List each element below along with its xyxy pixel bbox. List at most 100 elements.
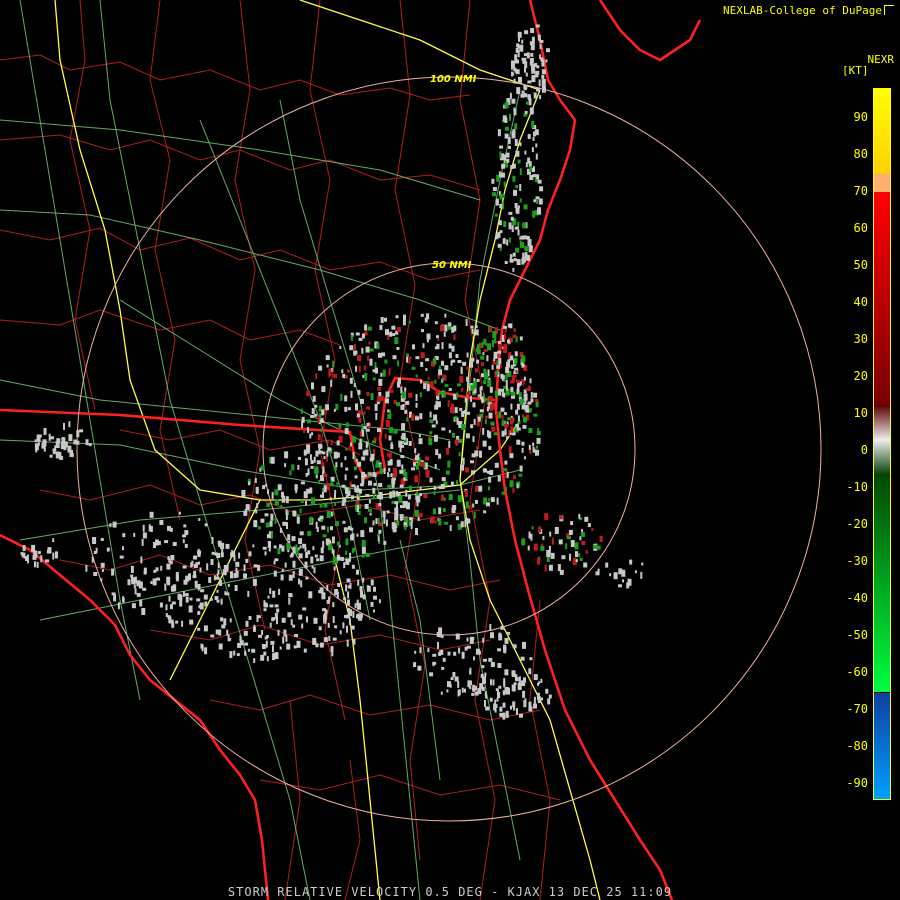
echo-pixel — [326, 526, 329, 533]
echo-pixel — [396, 402, 400, 407]
echo-pixel — [499, 204, 503, 208]
echo-pixel — [415, 356, 420, 360]
echo-pixel — [511, 72, 515, 76]
echo-pixel — [448, 494, 453, 500]
echo-pixel — [546, 48, 550, 53]
echo-pixel — [502, 325, 507, 329]
echo-pixel — [307, 468, 310, 476]
echo-pixel — [332, 512, 335, 516]
echo-pixel — [505, 386, 508, 391]
echo-pixel — [529, 107, 534, 115]
echo-pixel — [522, 414, 524, 418]
echo-pixel — [426, 384, 430, 392]
echo-pixel — [501, 163, 506, 169]
echo-pixel — [354, 455, 357, 459]
echo-pixel — [220, 617, 224, 622]
echo-pixel — [370, 393, 374, 401]
echo-pixel — [266, 503, 271, 507]
echo-pixel — [252, 544, 255, 548]
echo-pixel — [43, 446, 46, 452]
echo-pixel — [361, 476, 365, 484]
echo-pixel — [461, 424, 466, 430]
echo-pixel — [119, 555, 124, 559]
echo-pixel — [524, 53, 527, 57]
echo-pixel — [330, 379, 333, 387]
echo-pixel — [171, 601, 176, 605]
echo-pixel — [471, 328, 474, 334]
echo-pixel — [429, 419, 434, 424]
echo-pixel — [593, 544, 597, 549]
echo-pixel — [152, 578, 157, 586]
echo-pixel — [536, 65, 540, 69]
echo-pixel — [495, 198, 499, 206]
echo-pixel — [415, 464, 419, 470]
echo-pixel — [388, 368, 391, 376]
echo-pixel — [273, 570, 277, 577]
echo-pixel — [318, 443, 322, 448]
echo-pixel — [357, 389, 361, 395]
echo-pixel — [92, 537, 97, 544]
echo-pixel — [385, 398, 389, 404]
echo-pixel — [143, 570, 147, 575]
echo-pixel — [535, 196, 540, 200]
echo-pixel — [245, 620, 249, 627]
color-bar-tick: -50 — [846, 628, 868, 642]
echo-pixel — [540, 678, 543, 683]
echo-pixel — [359, 430, 362, 437]
echo-pixel — [488, 498, 491, 502]
echo-pixel — [458, 439, 463, 443]
echo-pixel — [568, 529, 573, 535]
echo-pixel — [106, 547, 110, 552]
echo-pixel — [141, 538, 144, 546]
echo-pixel — [141, 608, 146, 615]
echo-pixel — [331, 549, 335, 554]
echo-pixel — [85, 439, 89, 446]
echo-pixel — [530, 391, 533, 398]
echo-pixel — [140, 556, 143, 564]
echo-pixel — [352, 638, 356, 645]
echo-pixel — [609, 573, 612, 577]
echo-pixel — [311, 497, 315, 505]
echo-pixel — [429, 672, 434, 677]
echo-pixel — [493, 432, 498, 436]
echo-pixel — [307, 427, 310, 433]
echo-pixel — [527, 401, 532, 405]
echo-pixel — [537, 34, 541, 41]
echo-pixel — [166, 563, 171, 570]
echo-pixel — [211, 551, 215, 555]
echo-pixel — [569, 553, 571, 561]
echo-pixel — [45, 559, 50, 563]
echo-pixel — [436, 632, 441, 637]
echo-pixel — [535, 445, 538, 449]
echo-pixel — [85, 564, 88, 572]
echo-pixel — [279, 646, 282, 650]
echo-pixel — [442, 377, 444, 381]
echo-pixel — [524, 150, 527, 155]
echo-pixel — [342, 520, 346, 524]
echo-pixel — [480, 355, 485, 360]
echo-pixel — [383, 516, 386, 524]
echo-pixel — [530, 28, 535, 33]
color-bar-tick: -70 — [846, 702, 868, 716]
echo-pixel — [199, 567, 202, 573]
echo-pixel — [466, 391, 471, 396]
echo-pixel — [383, 468, 386, 474]
echo-pixel — [216, 589, 219, 593]
radar-map[interactable]: 100 NMI 50 NMI — [0, 0, 900, 900]
echo-pixel — [288, 594, 293, 598]
echo-pixel — [454, 407, 458, 414]
echo-pixel — [91, 556, 94, 563]
echo-pixel — [447, 681, 451, 688]
echo-pixel — [502, 238, 506, 245]
echo-pixel — [515, 185, 519, 189]
echo-pixel — [448, 440, 451, 448]
echo-pixel — [498, 634, 503, 641]
echo-pixel — [450, 407, 455, 414]
echo-pixel — [322, 466, 325, 474]
color-bar-tick: -80 — [846, 739, 868, 753]
echo-pixel — [341, 502, 345, 507]
echo-pixel — [318, 479, 321, 483]
echo-pixel — [512, 644, 517, 649]
echo-pixel — [441, 477, 446, 482]
echo-pixel — [270, 513, 274, 521]
